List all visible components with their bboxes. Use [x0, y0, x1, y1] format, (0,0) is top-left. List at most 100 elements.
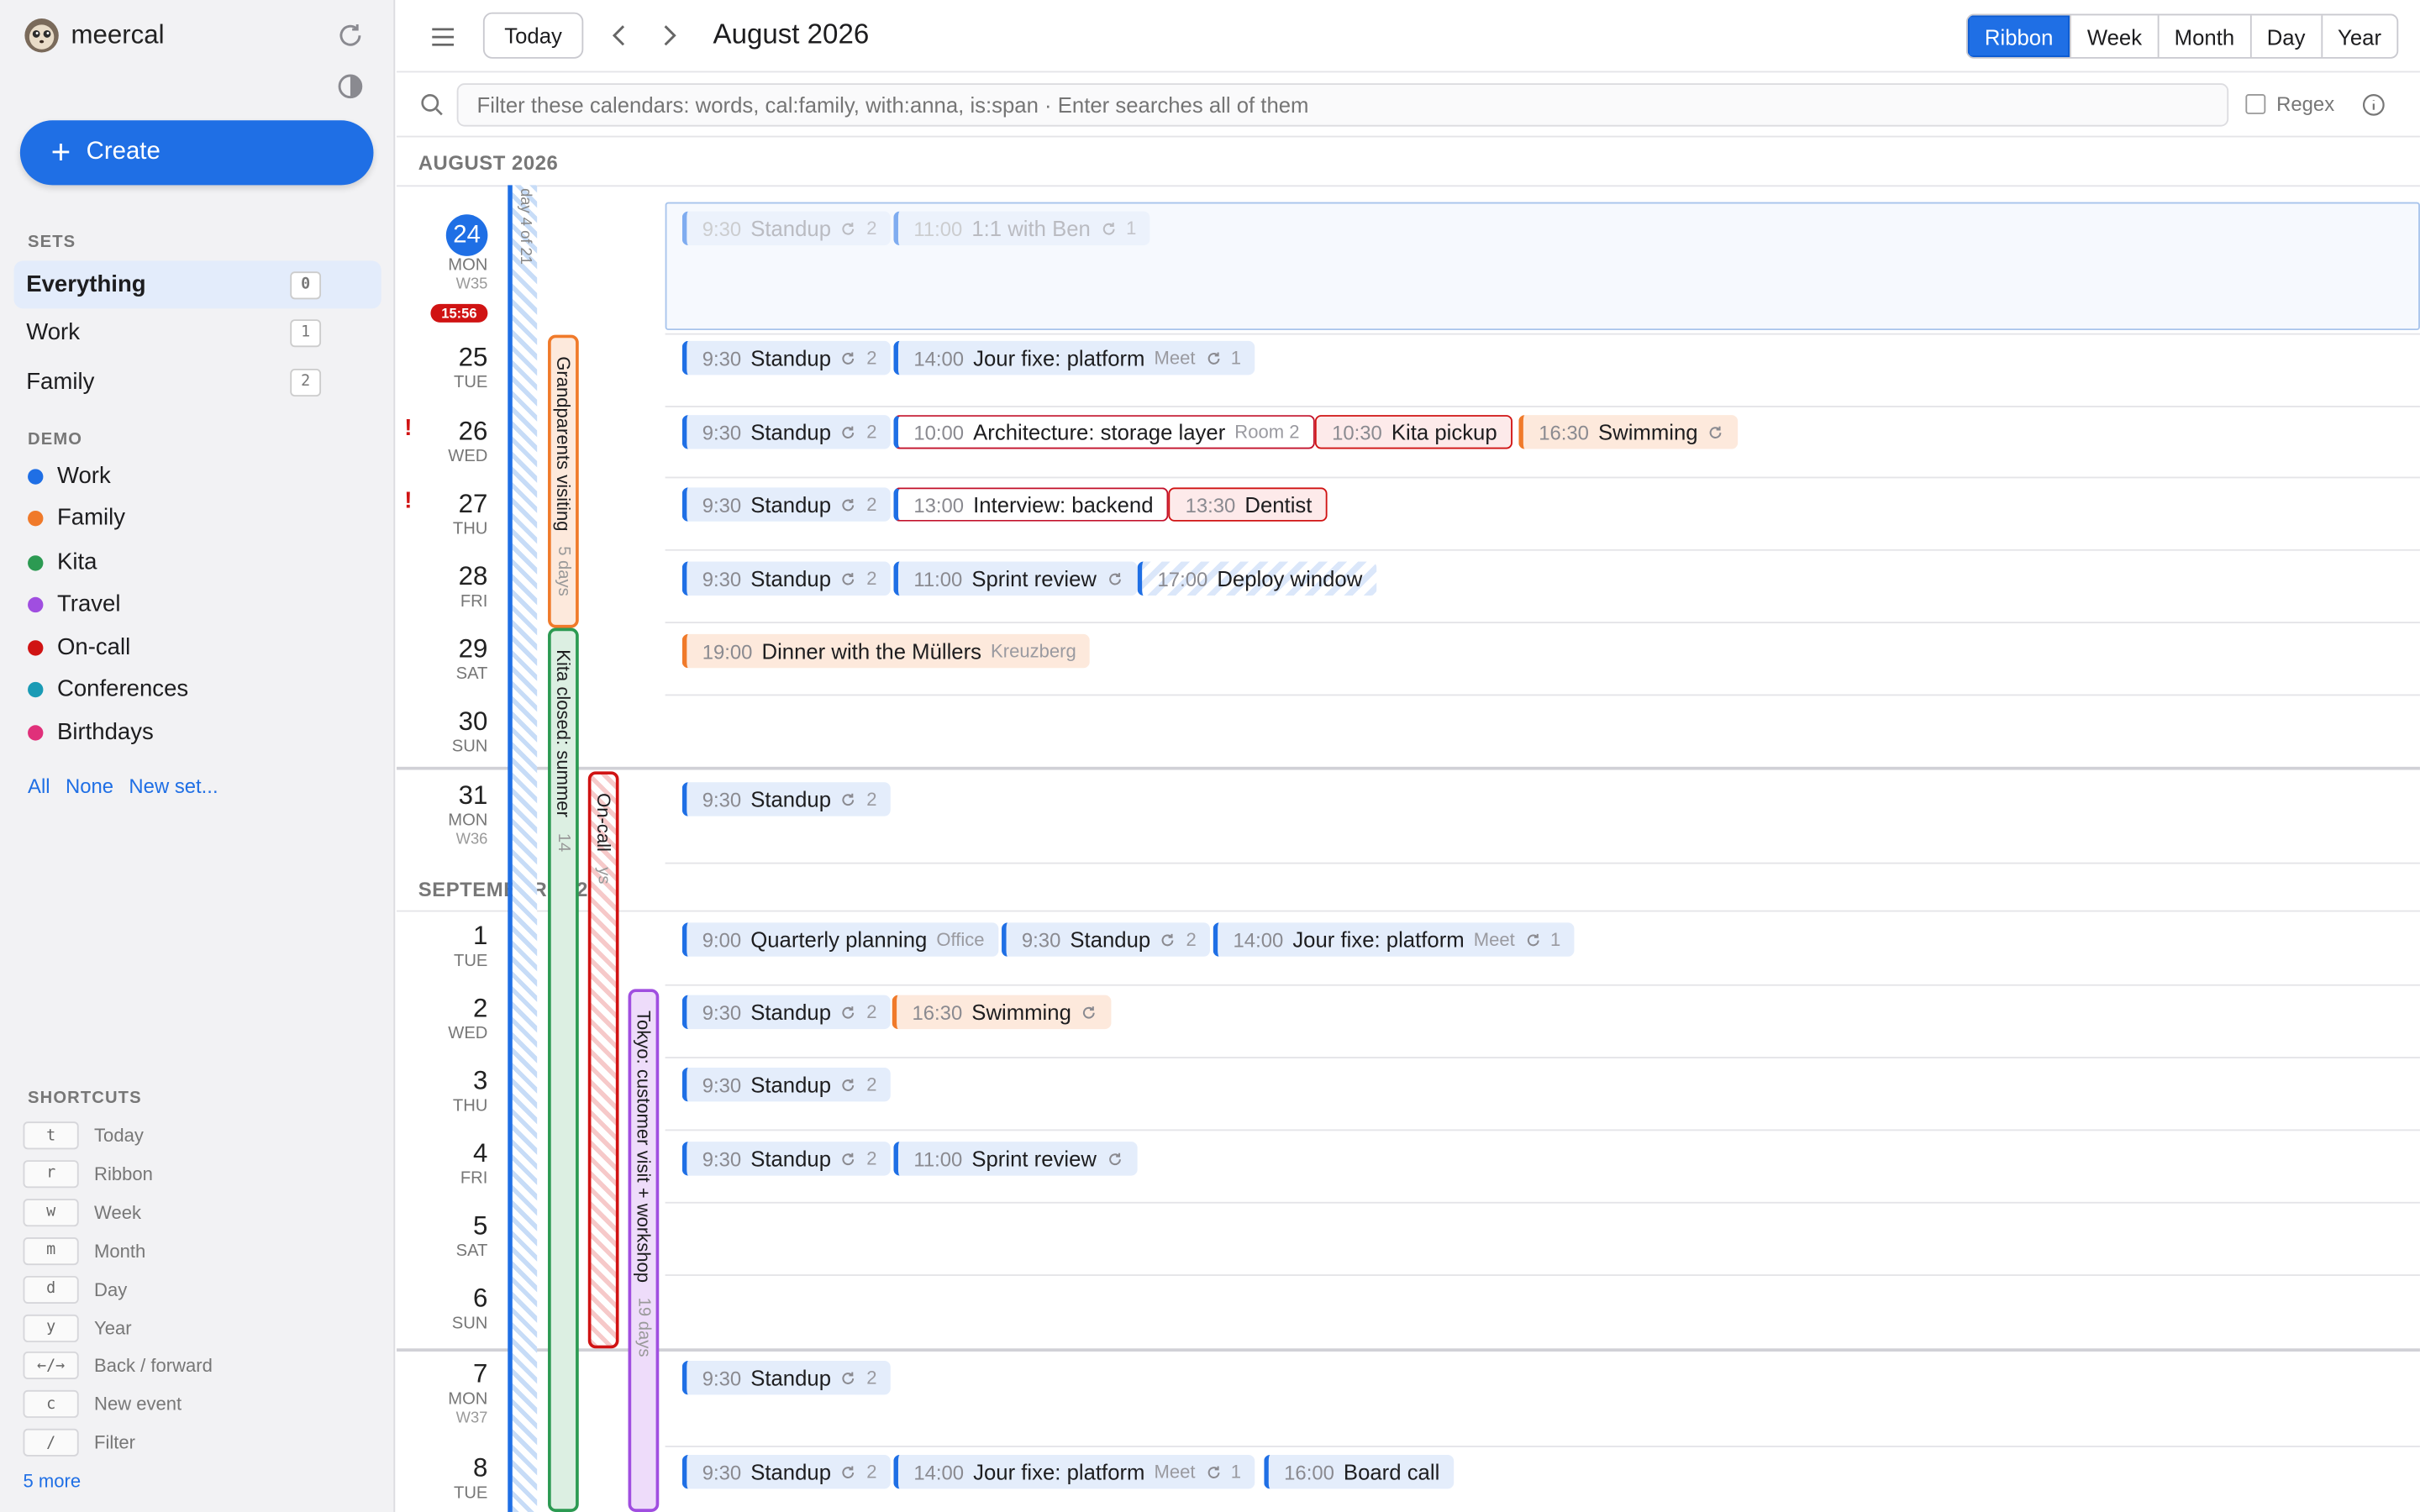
event-chip[interactable]: 9:30 Standup 2 — [681, 1067, 892, 1102]
event-location: Meet — [1154, 1461, 1196, 1483]
day-label[interactable]: 4 FRI — [397, 1138, 488, 1189]
contrast-icon[interactable] — [335, 71, 366, 102]
day-label[interactable]: 29 SAT — [397, 634, 488, 685]
today-date-badge[interactable]: 24 — [445, 214, 488, 256]
event-chip[interactable]: 14:00 Jour fixe: platform Meet 1 — [893, 340, 1255, 375]
select-none-link[interactable]: None — [66, 774, 113, 798]
event-count: 1 — [1126, 217, 1137, 239]
day-label[interactable]: 28 FRI — [397, 562, 488, 613]
day-label[interactable]: 3 THU — [397, 1066, 488, 1117]
today-button[interactable]: Today — [482, 12, 584, 59]
set-item-family[interactable]: Family 2 — [14, 358, 381, 406]
event-chip[interactable]: 9:30 Standup 2 — [1002, 922, 1211, 957]
event-time: 17:00 — [1157, 566, 1208, 591]
event-chip[interactable]: 10:00 Architecture: storage layer Room 2 — [893, 415, 1315, 449]
event-chip[interactable]: 11:00 Sprint review — [893, 1142, 1137, 1176]
view-month[interactable]: Month — [2157, 15, 2249, 57]
span-bar-travel[interactable]: Tokyo: customer visit + workshop 19 days — [628, 989, 660, 1512]
event-chip[interactable]: 11:00 Sprint review — [893, 561, 1137, 596]
event-chip[interactable]: 9:30 Standup 2 — [681, 211, 892, 246]
day-label[interactable]: 31 MON W36 — [397, 780, 487, 850]
event-location: Room 2 — [1234, 421, 1300, 444]
day-label[interactable]: 7 MON W37 — [397, 1359, 487, 1429]
calendar-item-conferences[interactable]: Conferences — [28, 675, 188, 702]
brand[interactable]: meercal — [24, 17, 165, 54]
event-chip[interactable]: 9:30 Standup 2 — [681, 415, 892, 449]
calendar-item-birthdays[interactable]: Birthdays — [28, 719, 154, 745]
event-chip[interactable]: 9:30 Standup 2 — [681, 1142, 892, 1176]
repeat-icon — [1106, 570, 1123, 587]
calendar-item-work[interactable]: Work — [28, 463, 111, 489]
event-title: Standup — [750, 1000, 832, 1025]
event-time: 10:30 — [1332, 420, 1382, 444]
chevron-right-icon[interactable] — [653, 20, 684, 51]
event-chip[interactable]: 10:30 Kita pickup — [1314, 415, 1513, 449]
event-chip[interactable]: 14:00 Jour fixe: platform Meet 1 — [1213, 922, 1575, 957]
day-label[interactable]: 25 TUE — [397, 343, 487, 394]
new-set-link[interactable]: New set... — [129, 774, 218, 798]
calendar-color-dot — [28, 510, 44, 526]
calendar-item-family[interactable]: Family — [28, 505, 125, 531]
day-label[interactable]: 8 TUE — [397, 1453, 487, 1504]
view-ribbon[interactable]: Ribbon — [1967, 15, 2070, 57]
day-number: 25 — [458, 342, 488, 372]
day-label[interactable]: 6 SUN — [397, 1284, 488, 1335]
event-chip[interactable]: 9:00 Quarterly planning Office — [681, 922, 999, 957]
event-chip[interactable]: 11:00 1:1 with Ben 1 — [893, 211, 1150, 246]
span-bar-kita[interactable]: Kita closed: summer 14 — [548, 627, 579, 1512]
day-label[interactable]: 5 SAT — [397, 1211, 488, 1263]
day-label[interactable]: 2 WED — [397, 994, 487, 1045]
event-chip[interactable]: 9:30 Standup 2 — [681, 782, 892, 816]
day-label[interactable]: 30 SUN — [397, 706, 488, 758]
span-bar-family[interactable]: Grandparents visiting 5 days — [548, 334, 579, 628]
set-item-everything[interactable]: Everything 0 — [13, 260, 381, 309]
event-chip[interactable]: 19:00 Dinner with the Müllers Kreuzberg — [681, 633, 1091, 669]
event-chip[interactable]: 16:30 Swimming — [892, 995, 1112, 1030]
search-icon — [421, 94, 443, 116]
event-chip[interactable]: 9:30 Standup 2 — [681, 995, 892, 1030]
event-chip[interactable]: 9:30 Standup 2 — [681, 487, 892, 522]
event-chip[interactable]: 9:30 Standup 2 — [681, 561, 892, 596]
calendar-item-kita[interactable]: Kita — [28, 549, 97, 575]
set-links: All None New set... — [28, 774, 218, 798]
more-shortcuts-link[interactable]: 5 more — [24, 1470, 82, 1492]
shortcut-key: y — [23, 1313, 79, 1342]
repeat-icon — [1707, 423, 1724, 440]
info-icon[interactable] — [2361, 92, 2386, 117]
view-year[interactable]: Year — [2320, 15, 2397, 57]
view-week[interactable]: Week — [2070, 15, 2158, 57]
event-chip[interactable]: 9:30 Standup 2 — [681, 1455, 892, 1489]
regex-checkbox[interactable] — [2245, 94, 2266, 114]
shortcut-key: ←/→ — [23, 1352, 79, 1380]
event-time: 9:30 — [702, 1460, 742, 1483]
event-title: Sprint review — [971, 1146, 1097, 1172]
event-chip[interactable]: 17:00 Deploy window — [1137, 561, 1376, 596]
chevron-left-icon[interactable] — [605, 20, 636, 51]
day-of-week: THU — [452, 1096, 488, 1116]
repeat-icon — [840, 1076, 857, 1093]
view-day[interactable]: Day — [2249, 15, 2321, 57]
span-bar-work[interactable]: day 4 of 21 — [508, 185, 538, 1512]
event-chip[interactable]: 9:30 Standup 2 — [681, 1360, 892, 1395]
day-label[interactable]: 1 TUE — [397, 921, 487, 973]
calendar-item-travel[interactable]: Travel — [28, 591, 120, 617]
create-button[interactable]: + Create — [19, 120, 374, 186]
event-chip[interactable]: 16:30 Swimming — [1518, 415, 1739, 449]
regex-toggle[interactable]: Regex — [2245, 92, 2334, 116]
repeat-icon — [840, 220, 857, 237]
row-divider — [665, 406, 2420, 407]
event-time: 9:30 — [702, 1147, 742, 1171]
filter-input[interactable] — [456, 83, 2229, 127]
event-chip[interactable]: 14:00 Jour fixe: platform Meet 1 — [893, 1455, 1255, 1489]
calendar-item-on-call[interactable]: On-call — [28, 634, 130, 660]
set-item-work[interactable]: Work 1 — [14, 308, 381, 356]
menu-icon[interactable] — [428, 22, 459, 53]
event-title: Jour fixe: platform — [973, 345, 1145, 370]
event-chip[interactable]: 13:30 Dentist — [1168, 487, 1328, 522]
event-chip[interactable]: 16:00 Board call — [1264, 1455, 1454, 1489]
event-chip[interactable]: 9:30 Standup 2 — [681, 340, 892, 375]
span-bar-on-call[interactable]: On-call ys — [587, 771, 619, 1349]
refresh-icon[interactable] — [335, 20, 366, 51]
event-chip[interactable]: 13:00 Interview: backend — [893, 487, 1169, 522]
select-all-link[interactable]: All — [28, 774, 50, 798]
